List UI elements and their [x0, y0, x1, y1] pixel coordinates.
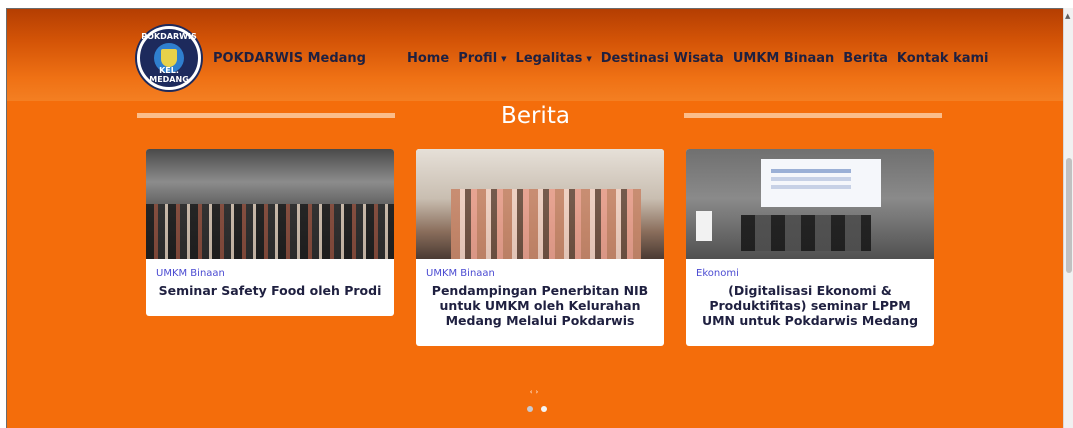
carousel-dot[interactable]	[527, 406, 533, 412]
seminar-speakers	[741, 215, 871, 251]
news-card-image[interactable]	[146, 149, 394, 259]
scrollbar-thumb[interactable]	[1066, 158, 1072, 273]
nav-destinasi-label: Destinasi Wisata	[600, 51, 724, 66]
projector-screen	[761, 159, 881, 207]
news-card-body: UMKM Binaan Seminar Safety Food oleh Pro…	[146, 259, 394, 310]
caret-down-icon: ▼	[501, 54, 507, 63]
carousel-dot-active[interactable]	[541, 406, 547, 412]
nav-legalitas-label: Legalitas	[515, 51, 583, 66]
navbar: POKDARWIS KEL. MEDANG POKDARWIS Medang H…	[7, 9, 1063, 101]
group-photo	[451, 189, 641, 259]
nav-profil[interactable]: Profil ▼	[458, 51, 506, 66]
nav-destinasi-wisata[interactable]: Destinasi Wisata	[601, 51, 724, 66]
pokdarwis-logo[interactable]: POKDARWIS KEL. MEDANG	[137, 26, 201, 90]
nav-kontak-label: Kontak kami	[896, 51, 989, 66]
scroll-up-arrow-icon[interactable]: ▲	[1065, 12, 1070, 20]
nav-home[interactable]: Home	[407, 51, 449, 66]
brand-name[interactable]: POKDARWIS Medang	[213, 51, 366, 66]
title-divider-right	[684, 113, 942, 118]
carousel-next-icon[interactable]: ›	[536, 388, 542, 396]
news-card-image[interactable]	[686, 149, 934, 259]
news-card-body: UMKM Binaan Pendampingan Penerbitan NIB …	[416, 259, 664, 340]
news-card-category[interactable]: Ekonomi	[696, 268, 924, 279]
nav-umkm-binaan[interactable]: UMKM Binaan	[733, 51, 834, 66]
vertical-scrollbar[interactable]: ▲	[1063, 8, 1073, 428]
carousel-pagination	[527, 406, 547, 412]
news-card-category[interactable]: UMKM Binaan	[426, 268, 654, 279]
logo-text-top: POKDARWIS	[141, 32, 197, 41]
nav-umkm-label: UMKM Binaan	[732, 51, 835, 66]
logo-text-bottom: KEL. MEDANG	[149, 66, 189, 84]
news-card-category[interactable]: UMKM Binaan	[156, 268, 384, 279]
news-card[interactable]: Ekonomi (Digitalisasi Ekonomi & Produkti…	[686, 149, 934, 346]
news-card-title[interactable]: Pendampingan Penerbitan NIB untuk UMKM o…	[426, 283, 654, 328]
group-photo	[146, 204, 394, 259]
news-card-image[interactable]	[416, 149, 664, 259]
nav-legalitas[interactable]: Legalitas ▼	[516, 51, 592, 66]
nav-kontak-kami[interactable]: Kontak kami	[897, 51, 989, 66]
news-card[interactable]: UMKM Binaan Seminar Safety Food oleh Pro…	[146, 149, 394, 316]
nav-home-label: Home	[407, 51, 450, 66]
browser-viewport: POKDARWIS KEL. MEDANG POKDARWIS Medang H…	[6, 8, 1063, 428]
news-card-body: Ekonomi (Digitalisasi Ekonomi & Produkti…	[686, 259, 934, 340]
news-card[interactable]: UMKM Binaan Pendampingan Penerbitan NIB …	[416, 149, 664, 346]
nav-berita[interactable]: Berita	[843, 51, 888, 66]
nav-profil-label: Profil	[458, 51, 498, 66]
main-nav: Home Profil ▼ Legalitas ▼ Destinasi Wisata…	[407, 51, 988, 66]
carousel-arrows: ‹›	[7, 388, 1063, 396]
nav-berita-label: Berita	[843, 51, 888, 66]
news-card-title[interactable]: Seminar Safety Food oleh Prodi	[156, 283, 384, 298]
chair	[696, 211, 712, 241]
news-card-title[interactable]: (Digitalisasi Ekonomi & Produktifitas) s…	[696, 283, 924, 328]
caret-down-icon: ▼	[586, 54, 592, 63]
